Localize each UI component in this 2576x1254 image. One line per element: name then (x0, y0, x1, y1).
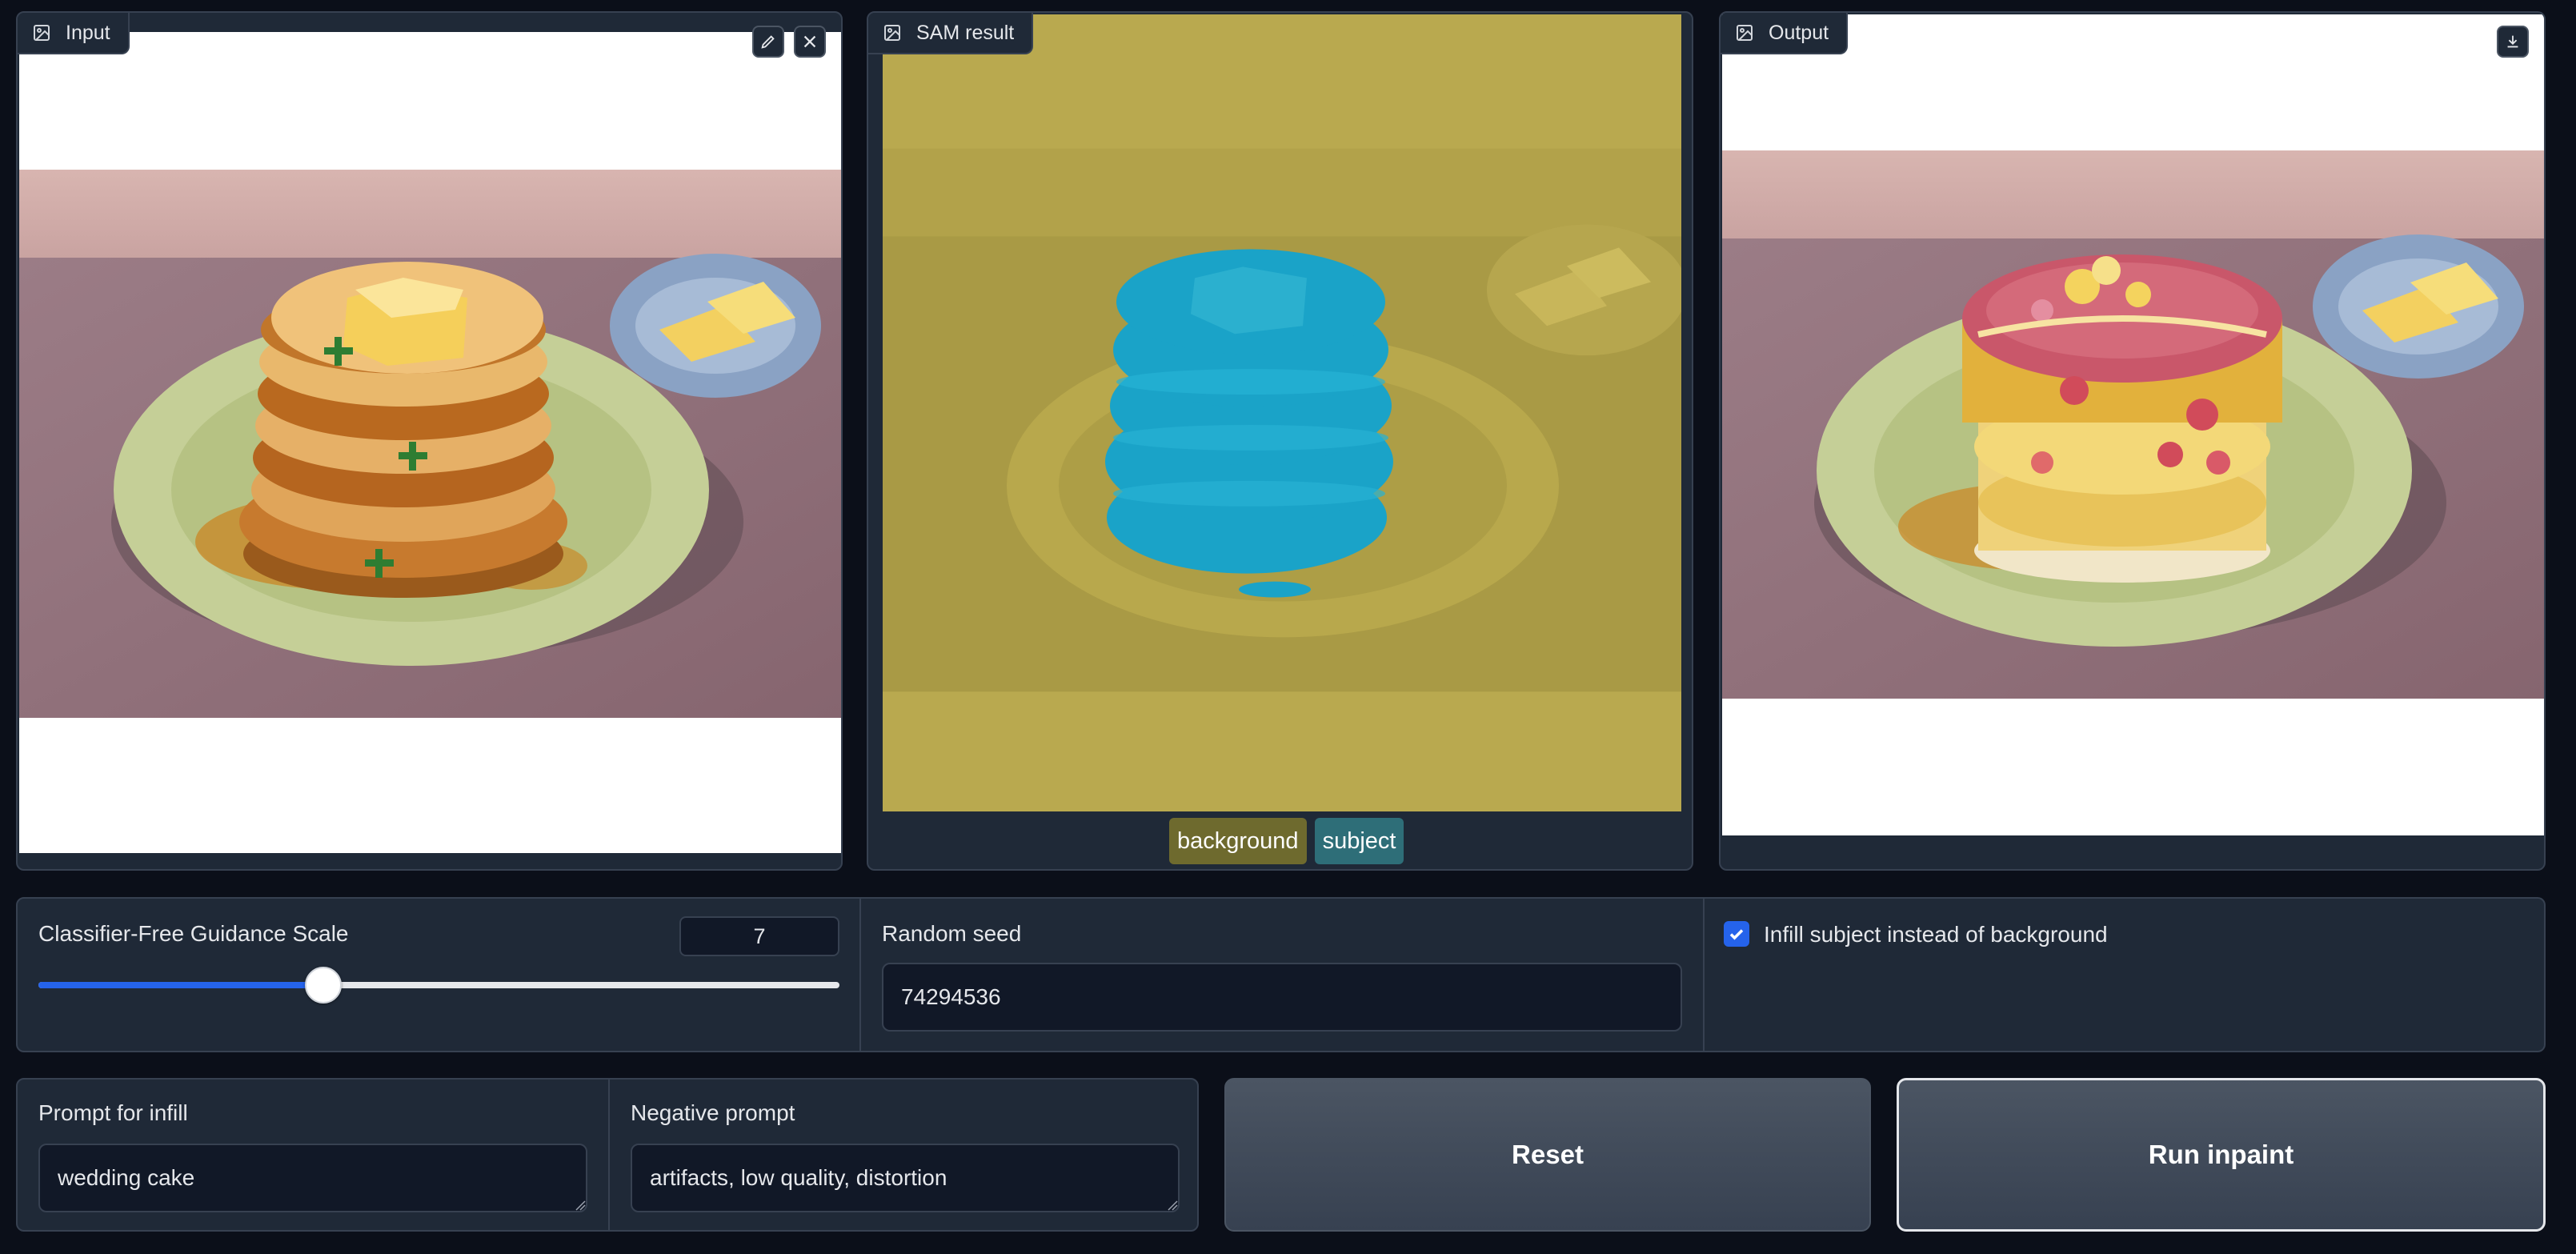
prompt-row: Prompt for infill wedding cake Negative … (16, 1078, 1199, 1232)
output-image-panel: Output (1719, 11, 2546, 871)
legend-background: background (1169, 818, 1307, 864)
input-image-panel[interactable]: Input (16, 11, 843, 871)
input-pancake-image[interactable] (19, 170, 843, 718)
clear-image-button[interactable] (794, 26, 826, 58)
run-inpaint-button[interactable]: Run inpaint (1897, 1078, 2546, 1232)
seed-control: Random seed 74294536 (861, 899, 1703, 1051)
cfg-slider-thumb[interactable] (305, 967, 343, 1004)
resize-grip-icon[interactable] (1167, 1200, 1178, 1211)
pencil-icon (761, 35, 775, 49)
download-icon (2507, 35, 2518, 48)
legend-subject: subject (1314, 818, 1404, 864)
image-icon (1737, 25, 1753, 41)
seed-input[interactable]: 74294536 (882, 963, 1682, 1032)
sam-legend: background subject (1169, 818, 1404, 864)
seed-label: Random seed (882, 921, 1022, 946)
edit-button[interactable] (752, 26, 784, 58)
output-label: Output (1769, 21, 1829, 44)
close-icon (803, 35, 816, 48)
cfg-control: Classifier-Free Guidance Scale 7 (18, 899, 859, 1051)
input-label: Input (66, 21, 110, 44)
negative-prompt-input[interactable]: artifacts, low quality, distortion (631, 1144, 1180, 1212)
cfg-slider[interactable] (38, 967, 839, 1004)
infill-prompt-label: Prompt for infill (38, 1100, 188, 1125)
negative-prompt-control: Negative prompt artifacts, low quality, … (610, 1080, 1199, 1230)
image-icon (34, 25, 50, 41)
sam-result-panel: SAM result background subject (867, 11, 1693, 871)
infill-subject-label[interactable]: Infill subject instead of background (1764, 922, 2108, 948)
infill-subject-control: Infill subject instead of background (1705, 899, 2546, 1051)
output-cake-image (1722, 150, 2544, 699)
negative-prompt-label: Negative prompt (631, 1100, 795, 1125)
sam-mask-image (883, 14, 1681, 811)
infill-prompt-control: Prompt for infill wedding cake (18, 1080, 608, 1230)
checkmark-icon (1729, 929, 1744, 940)
resize-grip-icon[interactable] (575, 1200, 586, 1211)
cfg-label: Classifier-Free Guidance Scale (38, 921, 349, 946)
cfg-number-input[interactable]: 7 (679, 916, 839, 956)
reset-button[interactable]: Reset (1224, 1078, 1871, 1232)
image-icon (884, 25, 900, 41)
sam-label: SAM result (916, 21, 1015, 44)
infill-subject-checkbox[interactable] (1724, 921, 1749, 947)
infill-prompt-input[interactable]: wedding cake (38, 1144, 587, 1212)
cfg-slider-fill (38, 982, 324, 988)
download-button[interactable] (2497, 26, 2529, 58)
sam-label-badge: SAM result (868, 13, 1034, 54)
input-label-badge: Input (18, 13, 130, 54)
output-label-badge: Output (1721, 13, 1849, 54)
settings-row: Classifier-Free Guidance Scale 7 Random … (16, 897, 2546, 1052)
